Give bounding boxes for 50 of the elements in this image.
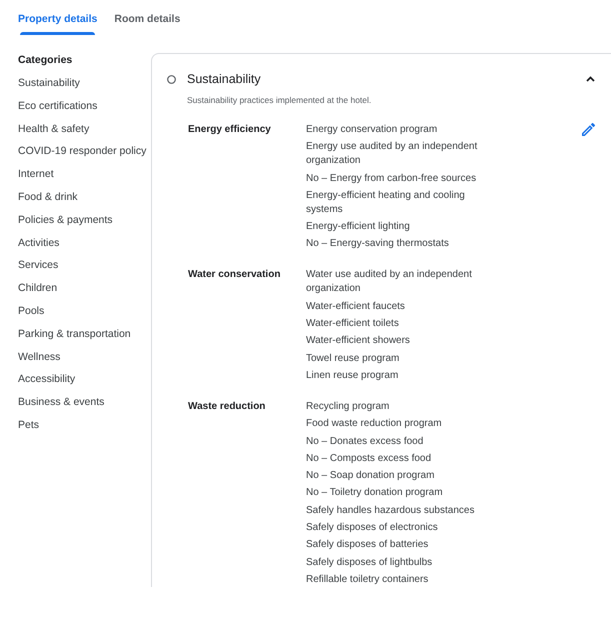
practice-item: No – Energy-saving thermostats	[306, 237, 450, 252]
chevron-up-icon[interactable]	[586, 76, 595, 82]
tab[interactable]: Room details	[114, 0, 180, 35]
category-link[interactable]: Accessibility	[18, 368, 76, 392]
category-link[interactable]: Parking & transportation	[18, 322, 131, 346]
practice-item: No – Soap donation program	[306, 469, 436, 484]
practice-item: Food waste reduction program	[306, 417, 443, 432]
practice-item: Energy use audited by an independent organization	[306, 140, 478, 168]
category-link[interactable]: Food & drink	[18, 186, 78, 209]
category-link[interactable]: Activities	[18, 232, 60, 254]
practice-item: Water-efficient showers	[306, 334, 411, 348]
group-label: Waste reduction	[188, 400, 266, 414]
category-link[interactable]: Wellness	[18, 346, 60, 368]
tab[interactable]: Property details	[18, 0, 98, 35]
practice-item: No – Toiletry donation program	[306, 486, 444, 500]
practice-item: Safely disposes of electronics	[306, 521, 439, 536]
practice-item: Towel reuse program	[306, 352, 400, 366]
practice-item: Safely disposes of batteries	[306, 538, 430, 552]
category-link[interactable]: Health & safety	[18, 118, 90, 140]
practice-item: No – Donates excess food	[306, 434, 424, 449]
circle-icon	[167, 74, 176, 84]
edit-icon[interactable]	[582, 123, 595, 136]
practice-item: Water use audited by an independent organization	[306, 268, 473, 296]
practice-item: No – Energy from carbon-free sources	[306, 172, 478, 186]
practice-item: No – Composts excess food	[306, 452, 432, 466]
practice-item: Safely disposes of lightbulbs	[306, 556, 434, 570]
practice-item: Refillable toiletry containers	[306, 572, 430, 587]
category-link[interactable]: Eco certifications	[18, 94, 98, 118]
practice-item: Energy-efficient heating and cooling systems	[306, 188, 466, 217]
group-label: Energy efficiency	[188, 123, 272, 137]
category-link[interactable]: Sustainability	[18, 72, 80, 95]
category-link[interactable]: Policies & payments	[18, 208, 113, 232]
category-link[interactable]: Children	[18, 277, 58, 300]
category-link[interactable]: Internet	[18, 163, 54, 186]
practice-item: Energy conservation program	[306, 123, 438, 137]
practice-item: Recycling program	[306, 400, 390, 414]
practice-item: Water-efficient toilets	[306, 317, 400, 332]
category-link[interactable]: Pools	[18, 300, 44, 323]
group-label: Water conservation	[188, 268, 282, 282]
section-description: Sustainability practices implemented at the hotel.	[187, 94, 372, 106]
sidebar-title: Categories	[18, 53, 72, 68]
category-link[interactable]: COVID-19 responder policy	[18, 140, 146, 164]
practice-item: Safely handles hazardous substances	[306, 504, 476, 518]
practice-item: Linen reuse program	[306, 368, 400, 383]
category-link[interactable]: Services	[18, 254, 58, 278]
section-title: Sustainability	[187, 71, 262, 88]
category-link[interactable]: Business & events	[18, 391, 104, 414]
category-link[interactable]: Pets	[18, 414, 40, 437]
practice-item: Water-efficient faucets	[306, 300, 406, 314]
practice-item: Energy-efficient lighting	[306, 220, 411, 234]
